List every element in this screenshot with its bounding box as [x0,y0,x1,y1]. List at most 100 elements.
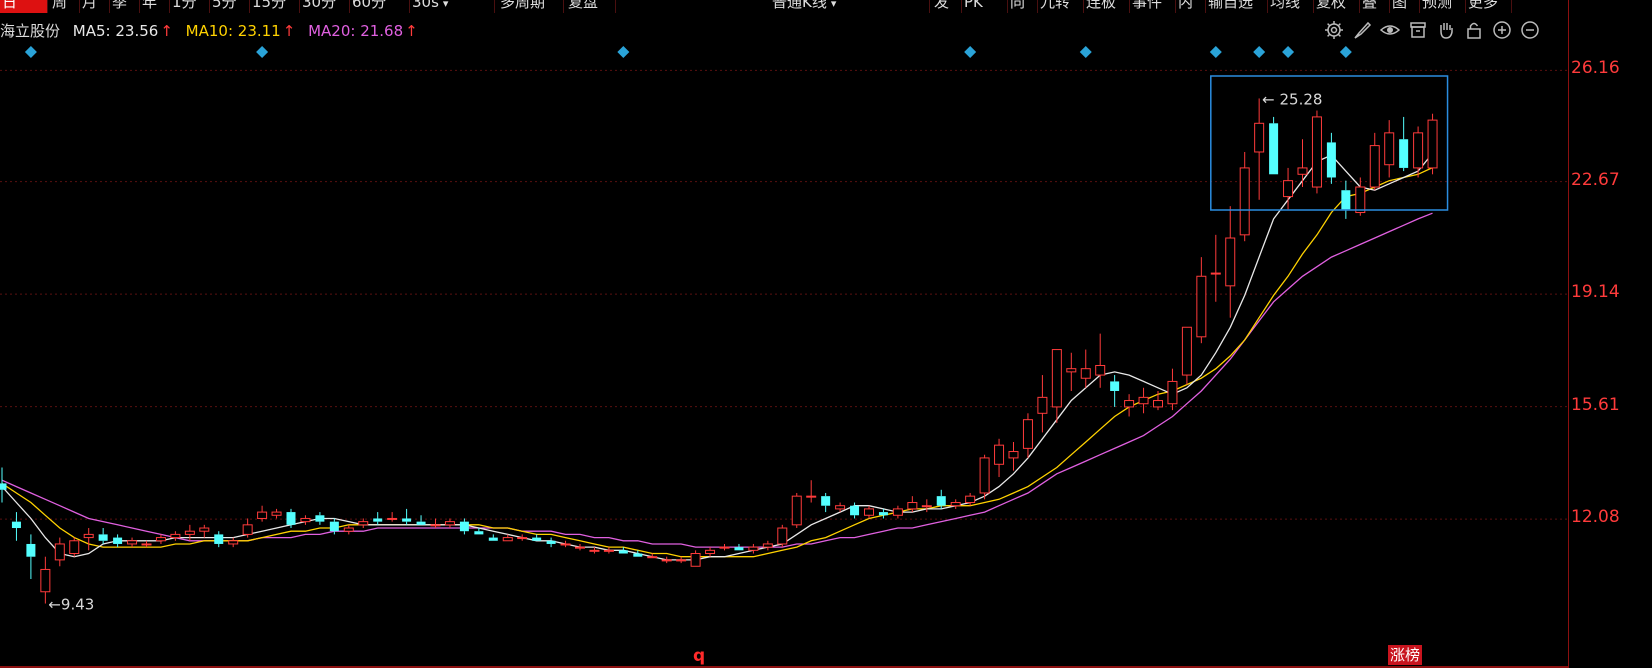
period-tab-10[interactable]: 30s [410,0,495,13]
toolbar-item-5[interactable]: 事件 [1130,0,1176,13]
candle [517,534,528,541]
candle [155,534,166,544]
toolbar-item-11[interactable]: 图 [1390,0,1420,13]
candle [1297,139,1308,188]
toolbar-item-13[interactable]: 更多 [1466,0,1512,13]
y-tick-label: 15.61 [1571,394,1620,415]
candle [113,534,123,548]
zoom-out-icon[interactable] [1519,19,1541,41]
kline-type-select[interactable]: 普通K线 [770,0,930,13]
candle [1095,333,1106,388]
candle [791,492,802,529]
candle [184,524,195,541]
price-extremes: ← 25.28 ←9.43 [48,90,1322,613]
period-tab-7[interactable]: 15分 [250,0,300,13]
candle [98,528,108,544]
candle [1341,180,1351,219]
toolbar-item-0[interactable]: 发 [932,0,962,13]
ma10-value: MA10: 23.11 ↑ [186,22,296,40]
toolbar-item-8[interactable]: 均线 [1268,0,1314,13]
ma10-arrow: ↑ [282,22,296,40]
candle [1008,441,1019,471]
ma5-text: MA5: 23.56 [72,22,159,40]
period-tab-3[interactable]: 季 [110,0,140,13]
candle [1427,113,1438,175]
eye-icon[interactable] [1379,19,1401,41]
candle [1326,132,1336,184]
candle [575,543,585,551]
candle [416,515,426,525]
event-diamond[interactable] [256,46,269,58]
toolbar-item-3[interactable]: 九转 [1038,0,1084,13]
moving-average-lines [1,152,1434,561]
candle [661,556,672,564]
period-tab-2[interactable]: 月 [80,0,110,13]
candle [83,528,94,551]
event-diamond[interactable] [24,46,37,58]
event-diamond[interactable] [1253,46,1266,58]
candle [0,467,7,503]
ma20-text: MA20: 21.68 [308,22,404,40]
event-diamond[interactable] [1079,46,1092,58]
candle [979,454,990,500]
stock-name: 海立股份 [0,22,61,40]
candle [676,556,687,564]
period-tab-1[interactable]: 周 [50,0,80,13]
toolbar-item-4[interactable]: 连板 [1084,0,1130,13]
y-tick-label: 12.08 [1571,507,1620,528]
candle [300,515,311,525]
y-tick-label: 26.16 [1571,58,1620,79]
toolbar-item-6[interactable]: 内 [1176,0,1206,13]
multi-period-button[interactable]: 多周期 [498,0,564,13]
candle [748,543,759,554]
period-toolbar: 日周月季年1分5分15分30分60分30s多周期复盘 普通K线发PK同九转连板事件… [0,0,1652,14]
period-tab-9[interactable]: 60分 [350,0,410,13]
event-diamond[interactable] [1209,46,1222,58]
event-markers [24,46,1352,58]
kline-chart[interactable]: ← 25.28 ←9.43 [0,0,1568,668]
candle [1369,132,1380,191]
candle [1037,375,1048,433]
q-marker[interactable]: q [693,646,705,666]
candle [69,537,80,557]
replay-button[interactable]: 复盘 [566,0,616,13]
period-tab-8[interactable]: 30分 [300,0,350,13]
zoom-in-icon[interactable] [1491,19,1513,41]
ma20-line [1,212,1433,548]
candle [1196,257,1207,344]
brush-icon[interactable] [1351,19,1373,41]
candle [1066,352,1077,391]
candle [546,537,556,548]
candle [719,543,730,551]
event-diamond[interactable] [617,46,630,58]
event-diamond[interactable] [1282,46,1295,58]
toolbar-item-2[interactable]: 同 [1008,0,1038,13]
lock-icon[interactable] [1463,19,1485,41]
toolbar-item-9[interactable]: 复权 [1314,0,1360,13]
candle [1254,98,1265,200]
ma20-value: MA20: 21.68 ↑ [308,22,418,40]
gear-icon[interactable] [1323,19,1345,41]
low-price-label: ←9.43 [48,596,94,614]
hand-icon[interactable] [1435,19,1457,41]
toolbar-item-10[interactable]: 叠 [1360,0,1390,13]
event-diamond[interactable] [1339,46,1352,58]
period-tab-4[interactable]: 年 [140,0,170,13]
zhangbang-badge[interactable]: 涨榜 [1388,645,1423,665]
candle [806,480,817,503]
candle [1051,349,1062,423]
candle [358,518,369,529]
right-edge [1640,0,1652,668]
box-icon[interactable] [1407,19,1429,41]
candle [762,540,773,551]
candle [777,524,788,548]
candle [690,550,701,567]
event-diamond[interactable] [964,46,977,58]
toolbar-item-12[interactable]: 预测 [1420,0,1466,13]
period-tab-6[interactable]: 5分 [210,0,250,13]
period-tab-0[interactable]: 日 [0,0,48,13]
ma-legend: 海立股份 MA5: 23.56 ↑ MA10: 23.11 ↑ MA20: 21.6… [0,20,426,42]
period-tab-5[interactable]: 1分 [170,0,210,13]
toolbar-item-1[interactable]: PK [962,0,1008,13]
toolbar-item-7[interactable]: 输自选 [1206,0,1268,13]
